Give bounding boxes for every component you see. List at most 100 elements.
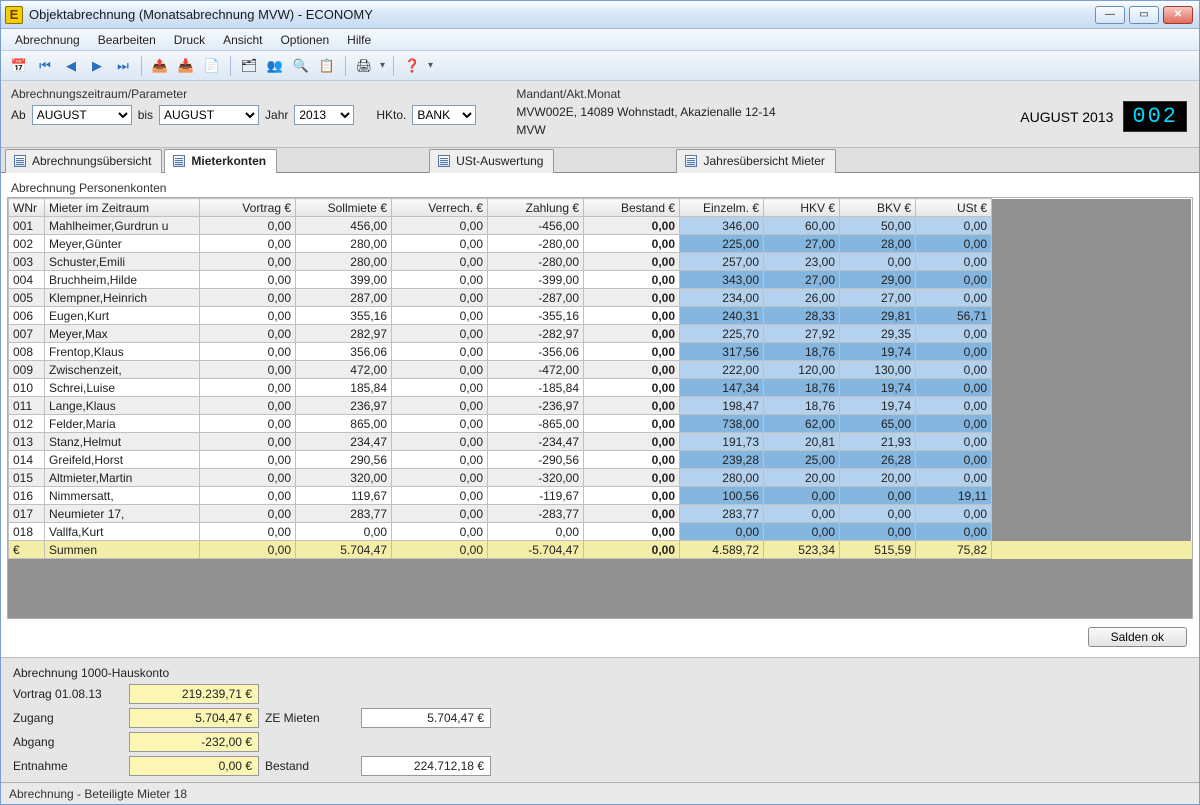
tab-jahresuebersicht[interactable]: Jahresübersicht Mieter [676, 149, 835, 173]
table-row[interactable]: 012Felder,Maria0,00865,000,00-865,000,00… [9, 415, 1192, 433]
grid-icon [438, 155, 450, 167]
dropdown-icon[interactable]: ▾ [428, 60, 433, 71]
grid-wrap[interactable]: WNrMieter im ZeitraumVortrag €Sollmiete … [7, 197, 1193, 619]
window-title: Objektabrechnung (Monatsabrechnung MVW) … [29, 7, 1095, 22]
table-row[interactable]: 013Stanz,Helmut0,00234,470,00-234,470,00… [9, 433, 1192, 451]
tool-icon-2[interactable]: 📥 [176, 56, 196, 76]
col-header[interactable]: Mieter im Zeitraum [45, 199, 200, 217]
nav-next-icon[interactable]: ▶ [87, 56, 107, 76]
table-row[interactable]: 014Greifeld,Horst0,00290,560,00-290,560,… [9, 451, 1192, 469]
table-row[interactable]: 010Schrei,Luise0,00185,840,00-185,840,00… [9, 379, 1192, 397]
search-icon[interactable]: 🔍 [291, 56, 311, 76]
help-icon[interactable]: ❓ [402, 56, 422, 76]
print-icon[interactable]: 🖨 [354, 56, 374, 76]
tab-mieterkonten[interactable]: Mieterkonten [164, 149, 277, 173]
cell: 0,00 [392, 217, 488, 235]
col-header[interactable]: USt € [916, 199, 992, 217]
salden-ok-button[interactable]: Salden ok [1088, 627, 1187, 647]
grid-icon [685, 155, 697, 167]
tab-ust-auswertung[interactable]: USt-Auswertung [429, 149, 554, 173]
cell: Frentop,Klaus [45, 343, 200, 361]
bottom-amount2: 224.712,18 € [361, 756, 491, 776]
cell: 0,00 [200, 289, 296, 307]
menu-abrechnung[interactable]: Abrechnung [7, 31, 88, 49]
table-row[interactable]: 016Nimmersatt,0,00119,670,00-119,670,001… [9, 487, 1192, 505]
tool-icon-3[interactable]: 📄 [202, 56, 222, 76]
tool-icon-5[interactable]: 👥 [265, 56, 285, 76]
cell: 0,00 [392, 271, 488, 289]
table-row[interactable]: 007Meyer,Max0,00282,970,00-282,970,00225… [9, 325, 1192, 343]
table-row[interactable]: 011Lange,Klaus0,00236,970,00-236,970,001… [9, 397, 1192, 415]
cell: 0,00 [584, 253, 680, 271]
bottom-label: Abgang [13, 735, 123, 749]
close-button[interactable]: ✕ [1163, 6, 1193, 24]
col-header[interactable]: Sollmiete € [296, 199, 392, 217]
cell: 185,84 [296, 379, 392, 397]
nav-prev-icon[interactable]: ◀ [61, 56, 81, 76]
cell: Bruchheim,Hilde [45, 271, 200, 289]
cell: Mahlheimer,Gurdrun u [45, 217, 200, 235]
cell: 29,00 [840, 271, 916, 289]
cell: Lange,Klaus [45, 397, 200, 415]
table-row[interactable]: 018Vallfa,Kurt0,000,000,000,000,000,000,… [9, 523, 1192, 541]
toolbar: 📅 ⏮ ◀ ▶ ⏭ 📤 📥 📄 🗂 👥 🔍 📋 🖨 ▾ ❓ ▾ [1, 51, 1199, 81]
table-row[interactable]: 017Neumieter 17,0,00283,770,00-283,770,0… [9, 505, 1192, 523]
nav-first-icon[interactable]: ⏮ [35, 56, 55, 76]
cell: 0,00 [200, 217, 296, 235]
calendar-icon[interactable]: 📅 [9, 56, 29, 76]
cell: 0,00 [200, 271, 296, 289]
maximize-button[interactable]: ▭ [1129, 6, 1159, 24]
cell: 0,00 [392, 343, 488, 361]
tool-icon-1[interactable]: 📤 [150, 56, 170, 76]
menu-ansicht[interactable]: Ansicht [215, 31, 270, 49]
nav-last-icon[interactable]: ⏭ [113, 56, 133, 76]
cell: 0,00 [916, 217, 992, 235]
sum-cell: Summen [45, 541, 200, 559]
table-row[interactable]: 003Schuster,Emili0,00280,000,00-280,000,… [9, 253, 1192, 271]
cell: Zwischenzeit, [45, 361, 200, 379]
cell: 355,16 [296, 307, 392, 325]
cell: 280,00 [680, 469, 764, 487]
bis-select[interactable]: AUGUST [159, 105, 259, 125]
tool-icon-4[interactable]: 🗂 [239, 56, 259, 76]
cell: 19,74 [840, 379, 916, 397]
table-row[interactable]: 009Zwischenzeit,0,00472,000,00-472,000,0… [9, 361, 1192, 379]
cell: 399,00 [296, 271, 392, 289]
cell: 0,00 [200, 451, 296, 469]
menu-bearbeiten[interactable]: Bearbeiten [90, 31, 164, 49]
cell: 0,00 [916, 415, 992, 433]
menu-druck[interactable]: Druck [166, 31, 213, 49]
col-header[interactable]: Verrech. € [392, 199, 488, 217]
cell: 0,00 [916, 469, 992, 487]
table-row[interactable]: 002Meyer,Günter0,00280,000,00-280,000,00… [9, 235, 1192, 253]
dropdown-icon[interactable]: ▾ [380, 60, 385, 71]
col-header[interactable]: Vortrag € [200, 199, 296, 217]
table-row[interactable]: 001Mahlheimer,Gurdrun u0,00456,000,00-45… [9, 217, 1192, 235]
table-row[interactable]: 008Frentop,Klaus0,00356,060,00-356,060,0… [9, 343, 1192, 361]
cell: 0,00 [392, 397, 488, 415]
col-header[interactable]: HKV € [764, 199, 840, 217]
cell: 65,00 [840, 415, 916, 433]
table-row[interactable]: 015Altmieter,Martin0,00320,000,00-320,00… [9, 469, 1192, 487]
tab-abrechnungsuebersicht[interactable]: Abrechnungsübersicht [5, 149, 162, 173]
col-header[interactable]: Einzelm. € [680, 199, 764, 217]
cell: 21,93 [840, 433, 916, 451]
cell: 0,00 [916, 505, 992, 523]
table-row[interactable]: 004Bruchheim,Hilde0,00399,000,00-399,000… [9, 271, 1192, 289]
minimize-button[interactable]: — [1095, 6, 1125, 24]
col-header[interactable]: Zahlung € [488, 199, 584, 217]
ab-select[interactable]: AUGUST [32, 105, 132, 125]
col-header[interactable]: WNr [9, 199, 45, 217]
copy-icon[interactable]: 📋 [317, 56, 337, 76]
jahr-select[interactable]: 2013 [294, 105, 354, 125]
hkto-select[interactable]: BANK [412, 105, 476, 125]
table-row[interactable]: 006Eugen,Kurt0,00355,160,00-355,160,0024… [9, 307, 1192, 325]
sum-cell: 523,34 [764, 541, 840, 559]
col-header[interactable]: Bestand € [584, 199, 680, 217]
titlebar: E Objektabrechnung (Monatsabrechnung MVW… [1, 1, 1199, 29]
col-header[interactable]: BKV € [840, 199, 916, 217]
table-row[interactable]: 005Klempner,Heinrich0,00287,000,00-287,0… [9, 289, 1192, 307]
menu-optionen[interactable]: Optionen [272, 31, 337, 49]
bottom-amount: 5.704,47 € [129, 708, 259, 728]
menu-hilfe[interactable]: Hilfe [339, 31, 379, 49]
